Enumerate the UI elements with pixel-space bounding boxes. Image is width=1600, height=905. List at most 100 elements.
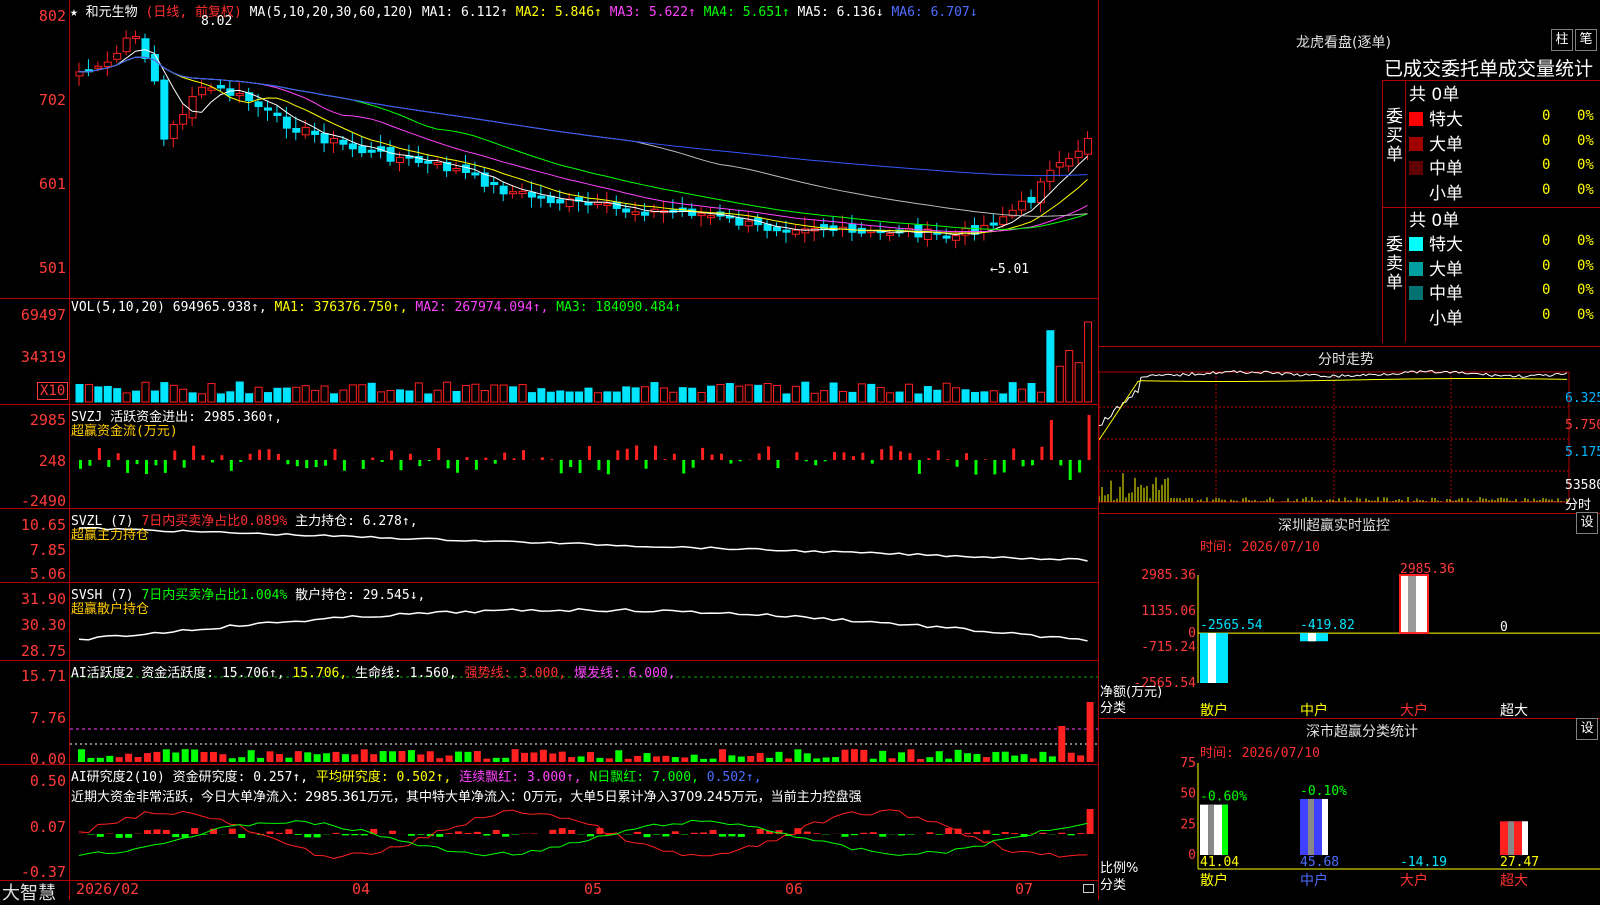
candle-body [359, 146, 366, 153]
activity-bar [983, 757, 990, 762]
research-bar [153, 829, 160, 834]
flow-bar [220, 455, 223, 460]
buy-side-label: 委买单 [1386, 108, 1404, 165]
sz-class-value-label: 41.04 [1200, 855, 1239, 870]
volume-bar [689, 388, 696, 402]
research-bar [276, 833, 283, 834]
lock-icon[interactable] [1083, 884, 1094, 893]
research-bar [333, 833, 340, 834]
research-bar [238, 834, 245, 838]
activity-bar [672, 757, 679, 762]
flow-bar [635, 445, 638, 460]
flow-bar [202, 455, 205, 460]
candle-body [472, 173, 479, 175]
tab-bi-button[interactable]: 笔 [1575, 29, 1597, 51]
research-bar [267, 831, 274, 834]
sell-order-row: 大单 [1409, 255, 1463, 280]
volume-bar [246, 394, 253, 402]
tab-zhu-button[interactable]: 柱 [1551, 29, 1573, 51]
flow-bar [117, 453, 120, 460]
research-bar [417, 834, 424, 835]
research-bar [483, 834, 490, 836]
research-bar [973, 832, 980, 834]
flow-bar [239, 460, 242, 462]
flow-bar [513, 458, 516, 460]
sz-class-change-label: -0.10% [1300, 784, 1347, 799]
flow-bar [1031, 460, 1034, 465]
buy-order-pct: 0% [1577, 182, 1594, 198]
flow-bar [711, 455, 714, 460]
volume-bar [774, 386, 781, 402]
flow-bar [654, 446, 657, 460]
buy-order-count: 0 [1542, 133, 1550, 149]
candle-body [792, 230, 799, 234]
sz-class-settings-button[interactable]: 设 [1576, 718, 1598, 740]
star-icon[interactable]: ★ [70, 5, 78, 20]
flow-bar [211, 460, 214, 462]
activity-bar [615, 750, 622, 762]
volume-bar [161, 383, 168, 402]
sell-order-label: 特大 [1429, 235, 1463, 255]
activity-bar [955, 750, 962, 762]
flow-bar [908, 453, 911, 460]
candle-body [990, 223, 997, 225]
activity-bar [691, 755, 698, 762]
research-bar [568, 830, 575, 834]
sz-class-axis-label: 0 [1188, 848, 1196, 863]
sz-class-ylabel-2: 分类 [1100, 874, 1126, 893]
activity-bar [776, 752, 783, 762]
activity-bar [842, 750, 849, 762]
vol-unit-badge: X10 [37, 382, 68, 400]
sell-order-row: 小单 [1409, 304, 1463, 329]
sz-class-axis-label: 75 [1180, 756, 1196, 771]
candle-body [519, 191, 526, 193]
ma5-value: MA5: 6.136↓ [798, 5, 884, 20]
flow-bar [145, 460, 148, 474]
sell-order-swatch [1409, 262, 1423, 276]
candle-body [510, 192, 517, 194]
activity-bar [889, 758, 896, 762]
activity-bar [681, 757, 688, 762]
ai1-strong-line: 强势线: 3.000, [464, 666, 566, 681]
research-bar [304, 834, 311, 837]
volume-bar [783, 394, 790, 402]
flow-bar [852, 456, 855, 460]
volume-bar [321, 386, 328, 402]
volume-bar [180, 389, 187, 402]
buy-total: 共 0单 [1409, 80, 1459, 105]
research-bar [851, 834, 858, 835]
volume-bar [538, 389, 545, 402]
volume-bar [726, 384, 733, 402]
intraday-chart[interactable] [1099, 370, 1600, 510]
volume-bar [868, 384, 875, 402]
kline-chart-canvas[interactable] [70, 0, 1098, 880]
activity-bar [191, 750, 198, 762]
buy-order-swatch [1409, 137, 1423, 151]
svzl-axis-1: 7.85 [0, 541, 66, 559]
volume-bar [302, 386, 309, 402]
xaxis-label-1: 04 [352, 880, 370, 898]
candle-body [698, 214, 705, 216]
volume-bar [142, 382, 149, 402]
candle-body [283, 117, 290, 128]
ma-line [79, 50, 1088, 235]
activity-bar [483, 759, 490, 762]
ai1-burst-line: 爆发线: 6.000, [574, 666, 676, 681]
activity-bar [936, 751, 943, 762]
flow-bar [183, 460, 186, 468]
sz-monitor-title: 深圳超赢实时监控 [1278, 515, 1390, 535]
flow-bar [98, 448, 101, 460]
activity-bar [342, 754, 349, 762]
ai1-header: AI活跃度2 资金活跃度: 15.706↑, 15.706, 生命线: 1.56… [71, 662, 676, 681]
sz-monitor-settings-button[interactable]: 设 [1576, 512, 1598, 534]
xaxis-label-0: 2026/02 [76, 880, 139, 898]
sell-order-pct: 0% [1577, 307, 1594, 323]
sz-monitor-ylabel-2: 分类 [1100, 697, 1126, 716]
sz-monitor-category-label: 大户 [1400, 702, 1428, 719]
flow-bar [1022, 460, 1025, 466]
sz-class-border [1098, 718, 1600, 719]
volume-bar [1009, 383, 1016, 402]
svzj-axis-1: 248 [0, 452, 66, 470]
research-bar [493, 830, 500, 834]
sell-order-row: 中单 [1409, 279, 1463, 304]
